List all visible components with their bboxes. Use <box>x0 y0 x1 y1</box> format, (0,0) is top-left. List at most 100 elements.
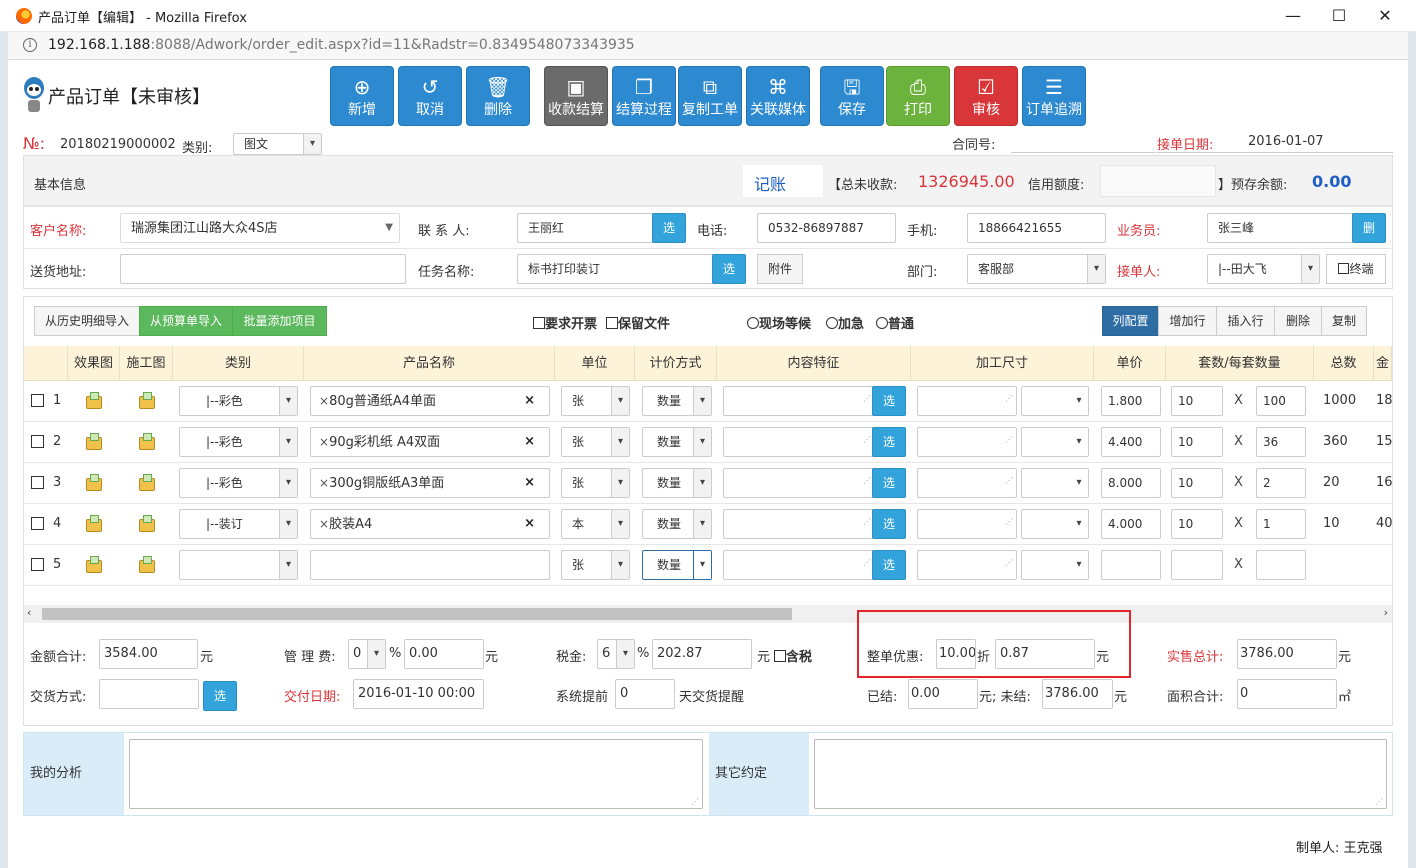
import-budget-button[interactable]: 从预算单导入 <box>139 306 233 336</box>
effect-image-icon[interactable] <box>86 515 102 532</box>
info-icon[interactable]: i <box>23 38 37 52</box>
toolbar-button[interactable]: ⧉ 复制工单 <box>678 66 742 126</box>
unit-price-input[interactable]: 8.000 <box>1101 468 1161 498</box>
content-feature-textarea[interactable]: ⋰ <box>723 386 875 416</box>
row-checkbox[interactable] <box>31 558 44 571</box>
column-config-button[interactable]: 列配置 <box>1102 306 1159 336</box>
per-set-qty-input[interactable] <box>1256 550 1306 580</box>
size-textarea[interactable]: ⋰ <box>917 427 1017 457</box>
clear-icon[interactable]: × <box>524 387 535 415</box>
clear-icon[interactable]: × <box>524 510 535 538</box>
add-row-button[interactable]: 增加行 <box>1158 306 1217 336</box>
bookkeeping-label[interactable]: 记账 <box>754 171 786 195</box>
product-name-input[interactable]: ×300g铜版纸A3单面 × <box>310 468 550 498</box>
content-feature-textarea[interactable]: ⋰ <box>723 427 875 457</box>
toolbar-button[interactable]: ⌘ 关联媒体 <box>746 66 810 126</box>
size-textarea[interactable]: ⋰ <box>917 550 1017 580</box>
maximize-button[interactable]: ☐ <box>1324 4 1354 28</box>
per-set-qty-input[interactable]: 2 <box>1256 468 1306 498</box>
toolbar-button[interactable]: ▣ 收款结算 <box>544 66 608 126</box>
resize-grip-icon[interactable]: ⋰ <box>691 797 699 806</box>
radio-normal[interactable]: 普通 <box>876 313 914 332</box>
my-analysis-textarea[interactable]: ⋰ <box>129 739 703 809</box>
other-terms-textarea[interactable]: ⋰ <box>814 739 1387 809</box>
toolbar-button[interactable]: ⎙ 打印 <box>886 66 950 126</box>
size-unit-select[interactable]: ▾ <box>1021 509 1089 539</box>
size-textarea[interactable]: ⋰ <box>917 509 1017 539</box>
batch-add-button[interactable]: 批量添加项目 <box>232 306 327 336</box>
close-button[interactable]: ✕ <box>1370 4 1400 28</box>
copy-row-button[interactable]: 复制 <box>1321 306 1367 336</box>
construction-image-icon[interactable] <box>139 433 155 450</box>
size-unit-select[interactable]: ▾ <box>1021 468 1089 498</box>
sets-input[interactable]: 10 <box>1171 386 1223 416</box>
toolbar-button[interactable]: ⊕ 新增 <box>330 66 394 126</box>
unit-price-input[interactable]: 4.400 <box>1101 427 1161 457</box>
construction-image-icon[interactable] <box>139 392 155 409</box>
unit-select[interactable]: 本 ▾ <box>561 509 630 539</box>
per-set-qty-input[interactable]: 36 <box>1256 427 1306 457</box>
tag-remove-icon[interactable]: × <box>319 394 329 408</box>
row-checkbox[interactable] <box>31 517 44 530</box>
tag-remove-icon[interactable]: × <box>319 476 329 490</box>
pricing-select[interactable]: 数量 ▾ <box>642 509 712 539</box>
toolbar-button[interactable]: 🗑 删除 <box>466 66 530 126</box>
product-name-input[interactable]: ×80g普通纸A4单面 × <box>310 386 550 416</box>
sets-input[interactable]: 10 <box>1171 509 1223 539</box>
unit-select[interactable]: 张 ▾ <box>561 550 630 580</box>
unit-price-input[interactable] <box>1101 550 1161 580</box>
delete-row-button[interactable]: 删除 <box>1274 306 1322 336</box>
effect-image-icon[interactable] <box>86 556 102 573</box>
pricing-select[interactable]: 数量 ▾ <box>642 427 712 457</box>
size-unit-select[interactable]: ▾ <box>1021 427 1089 457</box>
remind-days-input[interactable]: 0 <box>615 679 675 709</box>
amount-total-input[interactable]: 3584.00 <box>99 639 198 669</box>
insert-row-button[interactable]: 插入行 <box>1216 306 1275 336</box>
toolbar-button[interactable]: 🖫 保存 <box>820 66 884 126</box>
tax-amount-input[interactable]: 202.87 <box>652 639 752 669</box>
radio-wait[interactable]: 现场等候 <box>747 313 811 332</box>
receiver-select[interactable]: |--田大飞 ▾ <box>1207 254 1320 284</box>
row-checkbox[interactable] <box>31 394 44 407</box>
mobile-input[interactable]: 18866421655 <box>967 213 1106 243</box>
dept-select[interactable]: 客服部 ▾ <box>967 254 1106 284</box>
terminal-checkbox[interactable]: 终端 <box>1326 254 1386 284</box>
content-select-button[interactable]: 选 <box>872 550 906 580</box>
sale-total-input[interactable]: 3786.00 <box>1237 639 1337 669</box>
deliver-date-input[interactable]: 2016-01-10 00:00 <box>353 679 484 709</box>
content-select-button[interactable]: 选 <box>872 468 906 498</box>
salesman-delete-button[interactable]: 删 <box>1352 213 1386 243</box>
category-select[interactable]: |--彩色 ▾ <box>179 386 298 416</box>
tax-included-checkbox[interactable]: 含税 <box>774 646 812 665</box>
settled-input[interactable]: 0.00 <box>908 679 978 709</box>
contract-input[interactable] <box>1011 152 1156 153</box>
content-feature-textarea[interactable]: ⋰ <box>723 550 875 580</box>
tax-rate-select[interactable]: 6 ▾ <box>597 639 635 669</box>
content-feature-textarea[interactable]: ⋰ <box>723 509 875 539</box>
radio-urgent[interactable]: 加急 <box>826 313 864 332</box>
salesman-input[interactable]: 张三峰 <box>1207 213 1355 243</box>
delivery-method-input[interactable] <box>99 679 199 709</box>
effect-image-icon[interactable] <box>86 474 102 491</box>
clear-icon[interactable]: × <box>524 469 535 497</box>
contact-select-button[interactable]: 选 <box>652 213 686 243</box>
size-textarea[interactable]: ⋰ <box>917 386 1017 416</box>
effect-image-icon[interactable] <box>86 392 102 409</box>
content-select-button[interactable]: 选 <box>872 427 906 457</box>
per-set-qty-input[interactable]: 1 <box>1256 509 1306 539</box>
toolbar-button[interactable]: ☑ 审核 <box>954 66 1018 126</box>
row-checkbox[interactable] <box>31 435 44 448</box>
product-name-input[interactable] <box>310 550 550 580</box>
category-select[interactable]: |--彩色 ▾ <box>179 427 298 457</box>
area-total-input[interactable]: 0 <box>1237 679 1337 709</box>
resize-grip-icon[interactable]: ⋰ <box>1375 797 1383 806</box>
address-input[interactable] <box>120 254 406 284</box>
size-textarea[interactable]: ⋰ <box>917 468 1017 498</box>
construction-image-icon[interactable] <box>139 515 155 532</box>
product-name-input[interactable]: ×90g彩机纸 A4双面 × <box>310 427 550 457</box>
row-checkbox[interactable] <box>31 476 44 489</box>
product-name-input[interactable]: ×胶装A4 × <box>310 509 550 539</box>
order-type-select[interactable]: 图文 ▾ <box>233 133 322 155</box>
per-set-qty-input[interactable]: 100 <box>1256 386 1306 416</box>
content-select-button[interactable]: 选 <box>872 386 906 416</box>
